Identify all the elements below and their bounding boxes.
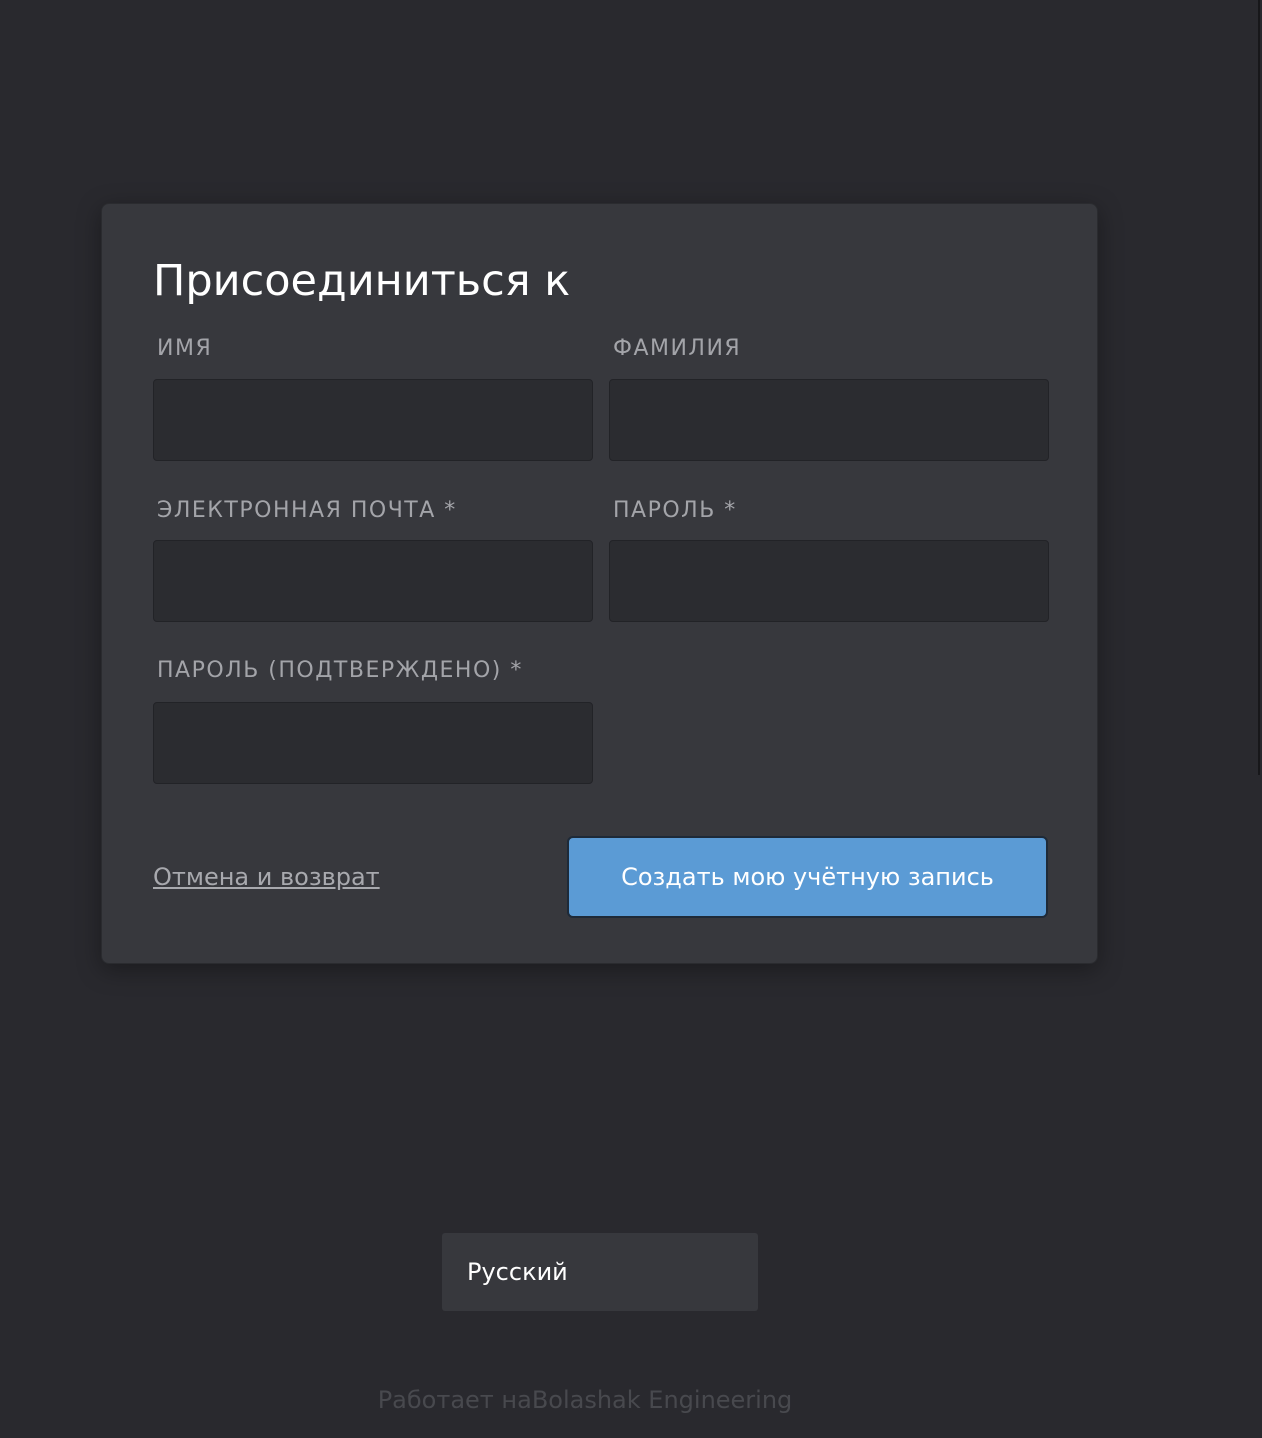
password-input[interactable] [609, 540, 1049, 622]
language-select[interactable]: Русский [442, 1233, 758, 1311]
password-confirm-label: ПАРОЛЬ (ПОДТВЕРЖДЕНО) * [157, 658, 523, 683]
password-label: ПАРОЛЬ * [613, 498, 737, 523]
first-name-input[interactable] [153, 379, 593, 461]
first-name-label: ИМЯ [157, 336, 213, 361]
last-name-input[interactable] [609, 379, 1049, 461]
page-title: Присоединиться к [153, 256, 571, 306]
create-account-button[interactable]: Создать мою учётную запись [567, 836, 1048, 918]
email-input[interactable] [153, 540, 593, 622]
last-name-label: ФАМИЛИЯ [613, 336, 742, 361]
window-edge-divider [1258, 0, 1260, 775]
password-confirm-input[interactable] [153, 702, 593, 784]
signup-card: Присоединиться к ИМЯ ФАМИЛИЯ ЭЛЕКТРОННАЯ… [101, 203, 1098, 964]
cancel-link[interactable]: Отмена и возврат [153, 860, 380, 894]
footer-powered-by: Работает наBolashak Engineering [377, 1386, 793, 1414]
email-label: ЭЛЕКТРОННАЯ ПОЧТА * [157, 498, 457, 523]
language-selected-label: Русский [467, 1258, 568, 1286]
